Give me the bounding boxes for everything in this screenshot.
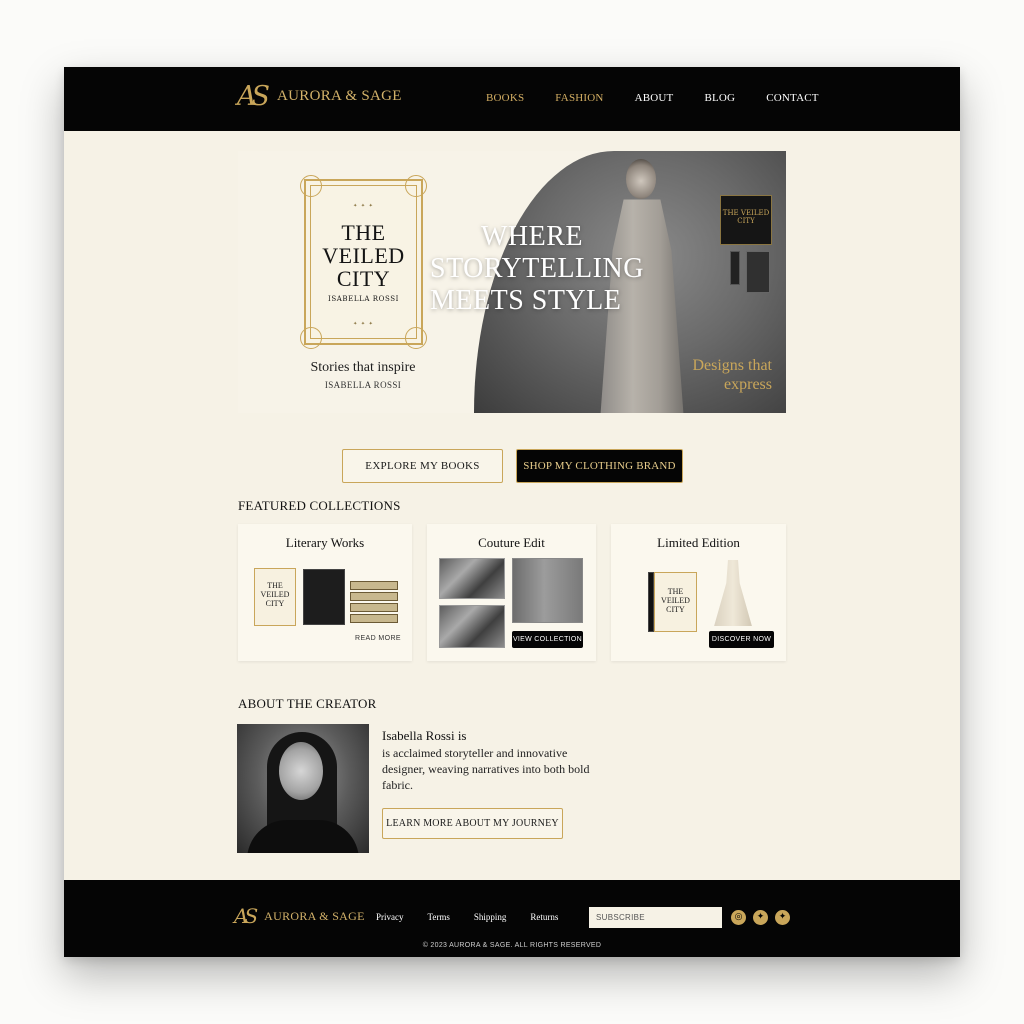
ornament-icon (405, 327, 427, 349)
mini-book-text: THE VEILED CITY (722, 209, 770, 225)
book-thumbnail: THE VEILED CITY (654, 572, 697, 632)
card-title: Literary Works (285, 535, 365, 550)
logo-monogram: AS (237, 81, 270, 112)
card-literary-works[interactable]: Literary Works THE VEILED CITY READ MORE (238, 524, 412, 661)
creator-bio: is acclaimed storyteller and innovative … (382, 746, 590, 792)
book-title-line: VEILED (322, 243, 405, 268)
learn-more-button[interactable]: LEARN MORE ABOUT MY JOURNEY (382, 808, 563, 839)
twitter-icon[interactable]: ✦ (775, 910, 790, 925)
explore-books-button[interactable]: EXPLORE MY BOOKS (342, 449, 503, 483)
ornament-icon (300, 175, 322, 197)
footer-logo[interactable]: AS AURORA & SAGE (234, 906, 365, 926)
book-ornament-top: ✦ ✦ ✦ (353, 203, 374, 209)
book-title: THE VEILED CITY (306, 221, 421, 290)
nav-blog[interactable]: BLOG (704, 92, 735, 104)
accessory-item (746, 251, 770, 293)
headline-line: MEETS STYLE (430, 285, 622, 316)
book-thumbnail: THE VEILED CITY (254, 568, 296, 626)
book-stack-image (350, 581, 398, 625)
blazer-image (512, 558, 583, 623)
dark-book-thumbnail (303, 569, 345, 625)
discover-now-button[interactable]: DISCOVER NOW (709, 631, 774, 648)
card-limited-edition[interactable]: Limited Edition THE VEILED CITY DISCOVER… (611, 524, 786, 661)
nav-fashion[interactable]: FASHION (555, 92, 603, 104)
book-thumb-label: THE VEILED CITY (260, 581, 290, 608)
hero-subtitle: Stories that inspire (310, 360, 416, 375)
featured-title: FEATURED COLLECTIONS (238, 498, 401, 513)
site-logo[interactable]: AS AURORA & SAGE (237, 83, 402, 110)
tagline-line: Designs that (692, 357, 772, 374)
shop-clothing-button[interactable]: SHOP MY CLOTHING BRAND (516, 449, 683, 483)
book-title-line: THE (341, 220, 386, 245)
ornament-icon (405, 175, 427, 197)
view-collection-button[interactable]: VIEW COLLECTION (512, 631, 583, 648)
footer-link-terms[interactable]: Terms (428, 912, 450, 922)
hero-author: ISABELLA ROSSI (324, 380, 402, 390)
footer-link-shipping[interactable]: Shipping (474, 912, 507, 922)
hero-tagline: Designs that express (678, 356, 772, 394)
book-title-line: CITY (336, 266, 391, 291)
creator-name: Isabella Rossi is (382, 728, 467, 743)
subscribe-input[interactable] (589, 907, 722, 928)
nav-contact[interactable]: CONTACT (766, 92, 818, 104)
lipstick-item (730, 251, 740, 285)
site-footer: AS AURORA & SAGE Privacy Terms Shipping … (64, 880, 960, 957)
copyright-text: © 2023 AURORA & SAGE. ALL RIGHTS RESERVE… (422, 942, 602, 949)
scarf-image (439, 605, 505, 648)
page: AS AURORA & SAGE BOOKS FASHION ABOUT BLO… (64, 67, 960, 957)
dress-image (714, 560, 752, 626)
book-ornament-bottom: ✦ ✦ ✦ (353, 321, 374, 327)
tagline-line: express (724, 376, 772, 393)
site-header: AS AURORA & SAGE BOOKS FASHION ABOUT BLO… (64, 67, 960, 131)
instagram-icon[interactable]: ◎ (731, 910, 746, 925)
scarf-image (439, 558, 505, 599)
footer-link-privacy[interactable]: Privacy (376, 912, 404, 922)
hero-banner: THE VEILED CITY ✦ ✦ ✦ THE VEILED CITY IS… (238, 151, 786, 413)
book-author: ISABELLA ROSSI (327, 295, 400, 303)
model-head (626, 159, 656, 199)
nav-about[interactable]: ABOUT (635, 92, 674, 104)
card-title: Limited Edition (657, 535, 740, 550)
portrait-face (279, 742, 323, 800)
card-couture-edit[interactable]: Couture Edit VIEW COLLECTION (427, 524, 596, 661)
portrait-body (247, 820, 359, 853)
ornament-icon (300, 327, 322, 349)
about-title: ABOUT THE CREATOR (238, 696, 377, 711)
hero-book-cover: ✦ ✦ ✦ THE VEILED CITY ISABELLA ROSSI ✦ ✦… (300, 175, 427, 349)
read-more-link[interactable]: READ MORE (355, 635, 401, 642)
mini-book-cover: THE VEILED CITY (720, 195, 772, 245)
footer-brand: AURORA & SAGE (264, 908, 365, 923)
footer-link-returns[interactable]: Returns (530, 912, 558, 922)
hero-headline: WHERE STORYTELLING MEETS STYLE (430, 221, 644, 317)
main-nav: BOOKS FASHION ABOUT BLOG CONTACT (486, 92, 850, 104)
footer-links: Privacy Terms Shipping Returns (376, 912, 582, 922)
footer-monogram: AS (234, 904, 258, 928)
headline-line: STORYTELLING (430, 253, 644, 284)
book-thumb-label: THE VEILED CITY (661, 587, 690, 614)
twitter-icon[interactable]: ✦ (753, 910, 768, 925)
creator-portrait (237, 724, 369, 853)
card-title: Couture Edit (478, 535, 545, 550)
nav-books[interactable]: BOOKS (486, 92, 524, 104)
brand-name: AURORA & SAGE (277, 88, 402, 104)
headline-line: WHERE (481, 221, 584, 252)
